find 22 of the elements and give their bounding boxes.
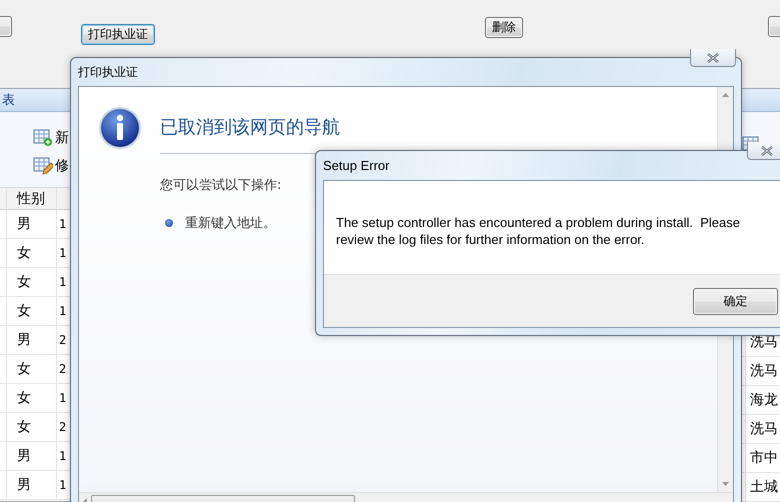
error-message: The setup controller has encountered a problem during install. Please review the log files for further information on the error.	[336, 214, 741, 248]
suggestion-text: 重新键入地址。	[185, 215, 276, 232]
table-cell: 土城	[746, 473, 780, 501]
column-header: 性别	[7, 188, 57, 209]
dialog-title: 打印执业证	[78, 64, 138, 80]
table-cell: 男	[7, 210, 57, 238]
table-cell: 男	[7, 326, 57, 354]
table-cell: 海龙	[746, 386, 780, 414]
table-cell: 女	[7, 384, 57, 412]
hint-text: 您可以尝试以下操作:	[160, 177, 282, 194]
panel-title: 表	[2, 92, 15, 109]
table-cell: 女	[7, 268, 57, 296]
table-cell: 女	[7, 355, 57, 383]
table-cell: 女	[7, 297, 57, 325]
table-cell: 女	[7, 413, 57, 441]
table-cell: 男	[7, 471, 57, 499]
table-cell: 女	[7, 239, 57, 267]
table-cell: 男	[7, 442, 57, 470]
table-cell: 洗马	[746, 357, 780, 385]
table-cell: 洗马	[746, 415, 780, 443]
dialog-title: Setup Error	[323, 158, 390, 173]
table-cell: 市中	[746, 444, 780, 472]
